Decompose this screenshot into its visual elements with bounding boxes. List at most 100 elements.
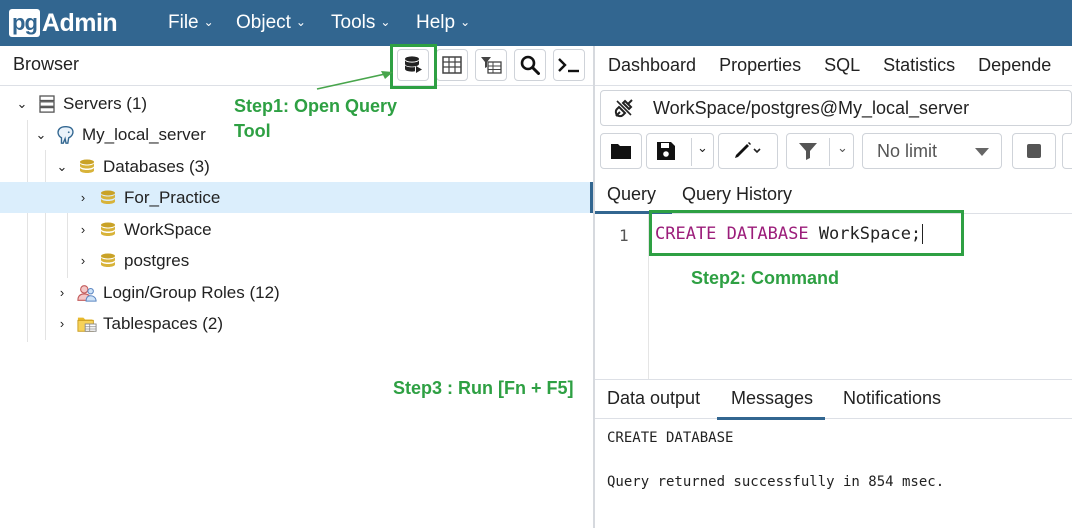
chevron-down-icon: ⌄ — [295, 15, 306, 29]
terminal-icon — [558, 58, 579, 73]
chevron-right-icon[interactable]: › — [55, 285, 69, 300]
tab-properties[interactable]: Properties — [719, 55, 801, 76]
servers-icon — [37, 94, 57, 114]
elephant-icon — [56, 125, 76, 145]
stop-icon — [1027, 144, 1041, 158]
chevron-right-icon[interactable]: › — [76, 222, 90, 237]
step1-annotation-line2: Tool — [234, 121, 271, 141]
tab-sql[interactable]: SQL — [824, 55, 860, 76]
chevron-down-icon[interactable]: ⌄ — [837, 140, 848, 156]
chevron-down-icon[interactable]: ⌄ — [15, 96, 29, 112]
plug-connect-icon[interactable] — [613, 97, 635, 119]
tab-messages[interactable]: Messages — [716, 388, 826, 420]
filter-table-icon — [481, 57, 502, 74]
psql-tool-button[interactable] — [553, 49, 585, 81]
database-icon — [98, 188, 118, 208]
menu-tools-label: Tools — [331, 12, 376, 33]
tree-node-postgres[interactable]: › postgres — [0, 245, 590, 276]
step1-annotation-line1: Step1: Open Query — [234, 96, 398, 116]
tab-query-history[interactable]: Query History — [682, 184, 792, 205]
message-line-2: Query returned successfully in 854 msec. — [607, 474, 945, 490]
message-line-1: CREATE DATABASE — [607, 430, 734, 446]
top-navbar: pg Admin File ⌄ Object ⌄ Tools ⌄ Help ⌄ — [0, 0, 1072, 46]
edit-button[interactable] — [718, 133, 778, 169]
tree-node-databases[interactable]: ⌄ Databases (3) — [0, 151, 590, 182]
chevron-down-icon: ⌄ — [460, 15, 471, 29]
menu-tools[interactable]: Tools ⌄ — [331, 0, 390, 46]
open-file-button[interactable] — [600, 133, 642, 169]
tree-node-my-local-server[interactable]: ⌄ My_local_server — [0, 119, 590, 150]
pencil-icon — [735, 142, 761, 158]
selection-indicator — [590, 182, 593, 213]
tree-node-label: For_Practice — [124, 187, 221, 207]
step1-highlight-box — [390, 44, 437, 89]
chevron-down-icon[interactable]: ⌄ — [34, 127, 48, 143]
chevron-right-icon[interactable]: › — [76, 190, 90, 205]
tree-node-label: Tablespaces (2) — [103, 313, 224, 333]
tree-node-label: postgres — [124, 250, 190, 270]
caret-down-icon — [975, 148, 989, 156]
chevron-down-icon[interactable]: ⌄ — [697, 140, 708, 156]
search-objects-button[interactable] — [514, 49, 546, 81]
menu-object-label: Object — [236, 12, 291, 33]
database-icon — [98, 220, 118, 240]
filter-button[interactable]: ⌄ — [786, 133, 854, 169]
database-icon — [77, 157, 97, 177]
menu-file-label: File — [168, 12, 199, 33]
tree-node-login-group-roles[interactable]: › Login/Group Roles (12) — [0, 277, 590, 308]
save-file-button[interactable]: ⌄ — [646, 133, 714, 169]
filtered-rows-button[interactable] — [475, 49, 507, 81]
tablespaces-icon — [77, 314, 97, 334]
table-grid-icon — [442, 56, 462, 74]
tab-notifications[interactable]: Notifications — [843, 388, 941, 409]
main-tab-bar: Dashboard Properties SQL Statistics Depe… — [595, 46, 1072, 86]
tree-node-tablespaces[interactable]: › Tablespaces (2) — [0, 308, 590, 339]
tree-node-label: Login/Group Roles (12) — [103, 282, 280, 302]
menu-help-label: Help — [416, 12, 456, 33]
query-tab-bar: Query Query History — [595, 176, 1072, 214]
tree-node-for-practice[interactable]: › For_Practice — [0, 182, 590, 213]
tab-dashboard[interactable]: Dashboard — [608, 55, 696, 76]
tab-statistics[interactable]: Statistics — [883, 55, 955, 76]
folder-icon — [611, 144, 631, 159]
save-icon — [657, 142, 675, 160]
chevron-down-icon: ⌄ — [380, 15, 391, 29]
line-number: 1 — [619, 226, 629, 245]
tree-node-label: My_local_server — [82, 124, 206, 144]
filter-icon — [799, 143, 817, 160]
output-tab-bar: Data output Messages Notifications — [595, 379, 1072, 420]
step3-annotation: Step3 : Run [Fn + F5] — [393, 378, 574, 398]
execute-button[interactable] — [1062, 133, 1072, 169]
stop-button[interactable] — [1012, 133, 1056, 169]
query-toolbar: ⌄ ⌄ No limit — [600, 133, 1072, 171]
roles-icon — [77, 283, 97, 303]
logo-admin-text: Admin — [41, 8, 118, 37]
menu-file[interactable]: File ⌄ — [168, 0, 214, 46]
chevron-down-icon[interactable]: ⌄ — [55, 159, 69, 175]
connection-label: WorkSpace/postgres@My_local_server — [653, 97, 970, 118]
browser-title: Browser — [13, 54, 80, 74]
pgadmin-logo[interactable]: pg Admin — [9, 7, 118, 39]
tree-node-label: Servers (1) — [63, 93, 148, 113]
step2-highlight-box — [649, 210, 964, 256]
database-icon — [98, 251, 118, 271]
tree-node-label: WorkSpace — [124, 219, 212, 239]
chevron-down-icon: ⌄ — [203, 15, 214, 29]
browser-panel-header: Browser — [0, 46, 594, 86]
tree-node-label: Databases (3) — [103, 156, 210, 176]
chevron-right-icon[interactable]: › — [76, 253, 90, 268]
tab-dependencies[interactable]: Depende — [978, 55, 1051, 76]
line-number-gutter: 1 — [595, 214, 649, 379]
logo-pg-text: pg — [9, 9, 40, 37]
tab-query[interactable]: Query — [607, 184, 656, 205]
search-icon — [520, 55, 540, 75]
tab-data-output[interactable]: Data output — [607, 388, 700, 409]
menu-object[interactable]: Object ⌄ — [236, 0, 306, 46]
row-limit-select[interactable]: No limit — [862, 133, 1002, 169]
menu-help[interactable]: Help ⌄ — [416, 0, 470, 46]
tree-node-workspace[interactable]: › WorkSpace — [0, 214, 590, 245]
row-limit-value: No limit — [877, 140, 938, 161]
chevron-right-icon[interactable]: › — [55, 316, 69, 331]
view-data-button[interactable] — [436, 49, 468, 81]
connection-selector[interactable]: WorkSpace/postgres@My_local_server — [600, 90, 1072, 126]
